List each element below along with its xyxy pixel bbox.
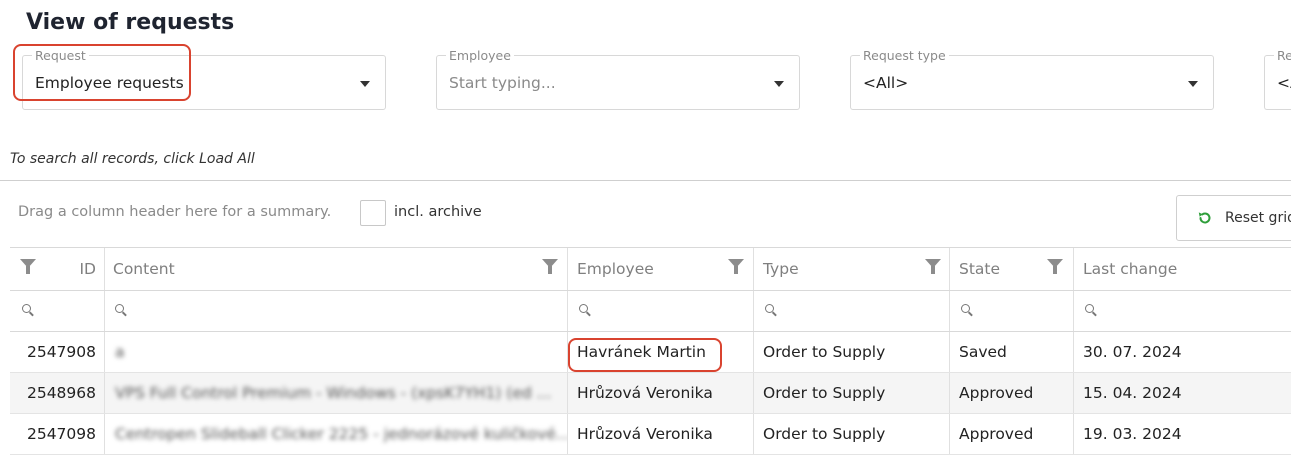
chevron-down-icon[interactable] xyxy=(360,81,370,87)
grid-header-row: ID Content Employee Type State Last chan… xyxy=(10,248,1291,291)
request-type-filter-label: Request type xyxy=(860,48,949,63)
fourth-filter[interactable]: Re <A xyxy=(1264,48,1291,110)
employee-filter[interactable]: Employee Start typing... xyxy=(436,48,800,110)
filter-icon[interactable] xyxy=(1047,259,1063,274)
cell-state: Approved xyxy=(949,373,1073,413)
cell-id: 2547098 xyxy=(10,414,104,454)
request-filter-value: Employee requests xyxy=(35,74,184,92)
column-header-content[interactable]: Content xyxy=(104,248,567,290)
search-input-content[interactable] xyxy=(104,291,567,331)
filter-icon[interactable] xyxy=(542,259,558,274)
table-row[interactable]: 2547908 a Havránek Martin Order to Suppl… xyxy=(10,332,1291,373)
cell-id: 2547908 xyxy=(10,332,104,372)
search-icon xyxy=(1085,304,1094,313)
cell-state: Saved xyxy=(949,332,1073,372)
column-header-label: Last change xyxy=(1083,260,1178,278)
column-header-last-change[interactable]: Last change xyxy=(1073,248,1291,290)
fourth-filter-label: Re xyxy=(1274,48,1291,63)
cell-content: a xyxy=(104,332,567,372)
column-header-label: Type xyxy=(763,260,799,278)
cell-content: Centropen Slideball Clicker 2225 - jedno… xyxy=(104,414,567,454)
grid-search-row xyxy=(10,291,1291,332)
request-filter-label: Request xyxy=(32,48,89,63)
column-header-label: Employee xyxy=(577,260,654,278)
cell-type: Order to Supply xyxy=(753,414,949,454)
cell-text: Approved xyxy=(959,384,1034,402)
employee-filter-label: Employee xyxy=(446,48,514,63)
table-row[interactable]: 2547098 Centropen Slideball Clicker 2225… xyxy=(10,414,1291,455)
filter-icon[interactable] xyxy=(728,259,744,274)
column-header-label: ID xyxy=(79,260,96,278)
cell-text: Havránek Martin xyxy=(577,343,706,361)
table-row[interactable]: 2548968 VPS Full Control Premium - Windo… xyxy=(10,373,1291,414)
cell-text: Order to Supply xyxy=(763,384,886,402)
employee-filter-placeholder: Start typing... xyxy=(449,74,556,92)
group-panel-hint: Drag a column header here for a summary. xyxy=(18,204,332,220)
cell-text: Hrůzová Veronika xyxy=(577,384,713,402)
fourth-filter-value: <A xyxy=(1277,74,1291,92)
filter-icon[interactable] xyxy=(925,259,941,274)
search-icon xyxy=(115,304,124,313)
cell-text: 30. 07. 2024 xyxy=(1083,343,1182,361)
cell-text: Order to Supply xyxy=(763,425,886,443)
cell-employee: Hrůzová Veronika xyxy=(567,373,753,413)
cell-text: 2548968 xyxy=(26,384,96,402)
include-archive-label: incl. archive xyxy=(394,204,482,220)
cell-state: Approved xyxy=(949,414,1073,454)
requests-grid: ID Content Employee Type State Last chan… xyxy=(10,247,1291,455)
search-input-id[interactable] xyxy=(10,291,104,331)
load-all-hint: To search all records, click Load All xyxy=(10,151,255,167)
cell-text: 2547908 xyxy=(26,343,96,361)
search-input-state[interactable] xyxy=(949,291,1073,331)
filter-icon[interactable] xyxy=(20,259,36,274)
column-header-id[interactable]: ID xyxy=(10,248,104,290)
cell-employee: Havránek Martin xyxy=(567,332,753,372)
search-icon xyxy=(22,304,31,313)
cell-text: 19. 03. 2024 xyxy=(1083,425,1182,443)
cell-text: Saved xyxy=(959,343,1007,361)
cell-text: Hrůzová Veronika xyxy=(577,425,713,443)
column-header-state[interactable]: State xyxy=(949,248,1073,290)
cell-employee: Hrůzová Veronika xyxy=(567,414,753,454)
chevron-down-icon[interactable] xyxy=(1188,81,1198,87)
include-archive-checkbox[interactable] xyxy=(360,200,386,226)
request-type-filter[interactable]: Request type <All> xyxy=(850,48,1214,110)
cell-text: VPS Full Control Premium - Windows - (xp… xyxy=(115,384,552,402)
cell-text: Order to Supply xyxy=(763,343,886,361)
search-icon xyxy=(765,304,774,313)
column-header-label: State xyxy=(959,260,1001,278)
reset-grid-button[interactable]: Reset grid xyxy=(1176,195,1291,241)
search-input-type[interactable] xyxy=(753,291,949,331)
column-header-type[interactable]: Type xyxy=(753,248,949,290)
chevron-down-icon[interactable] xyxy=(774,81,784,87)
cell-last-change: 19. 03. 2024 xyxy=(1073,414,1291,454)
cell-text: Centropen Slideball Clicker 2225 - jedno… xyxy=(115,425,567,443)
request-filter[interactable]: Request Employee requests xyxy=(22,48,386,110)
search-input-last-change[interactable] xyxy=(1073,291,1291,331)
reset-icon xyxy=(1198,212,1211,224)
search-icon xyxy=(579,304,588,313)
cell-id: 2548968 xyxy=(10,373,104,413)
cell-last-change: 15. 04. 2024 xyxy=(1073,373,1291,413)
column-header-employee[interactable]: Employee xyxy=(567,248,753,290)
divider xyxy=(0,180,1291,181)
search-input-employee[interactable] xyxy=(567,291,753,331)
cell-text: Approved xyxy=(959,425,1034,443)
request-type-filter-value: <All> xyxy=(863,74,909,92)
cell-last-change: 30. 07. 2024 xyxy=(1073,332,1291,372)
cell-text: a xyxy=(115,343,125,361)
cell-type: Order to Supply xyxy=(753,332,949,372)
search-icon xyxy=(961,304,970,313)
cell-text: 15. 04. 2024 xyxy=(1083,384,1182,402)
cell-text: 2547098 xyxy=(26,425,96,443)
reset-grid-label: Reset grid xyxy=(1225,210,1291,226)
cell-content: VPS Full Control Premium - Windows - (xp… xyxy=(104,373,567,413)
page-title: View of requests xyxy=(26,10,235,35)
column-header-label: Content xyxy=(113,260,175,278)
cell-type: Order to Supply xyxy=(753,373,949,413)
